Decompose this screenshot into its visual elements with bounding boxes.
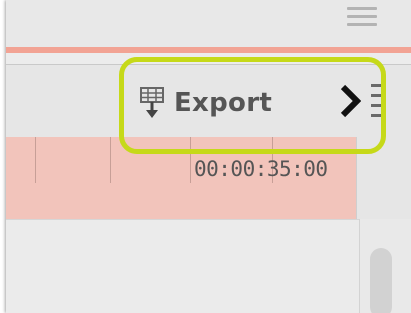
chevron-right-icon[interactable] bbox=[339, 83, 361, 119]
export-label: Export bbox=[174, 88, 273, 118]
timeline-right-gutter bbox=[356, 137, 411, 219]
top-toolbar bbox=[6, 0, 411, 47]
timeline-tick bbox=[35, 137, 36, 183]
row-menu-icon[interactable] bbox=[371, 84, 385, 120]
timecode-label: 00:00:35:00 bbox=[194, 157, 328, 181]
export-button[interactable]: Export bbox=[140, 86, 272, 120]
tracks-area bbox=[6, 219, 411, 313]
hamburger-menu-icon[interactable] bbox=[347, 7, 377, 31]
timeline-tick bbox=[190, 137, 191, 183]
toolbar-gap bbox=[6, 53, 411, 64]
timeline-tick bbox=[110, 137, 111, 183]
editor-panel: Export 00:00:35:00 bbox=[6, 0, 411, 313]
scrollbar-thumb[interactable] bbox=[370, 248, 392, 313]
export-icon bbox=[140, 87, 164, 118]
